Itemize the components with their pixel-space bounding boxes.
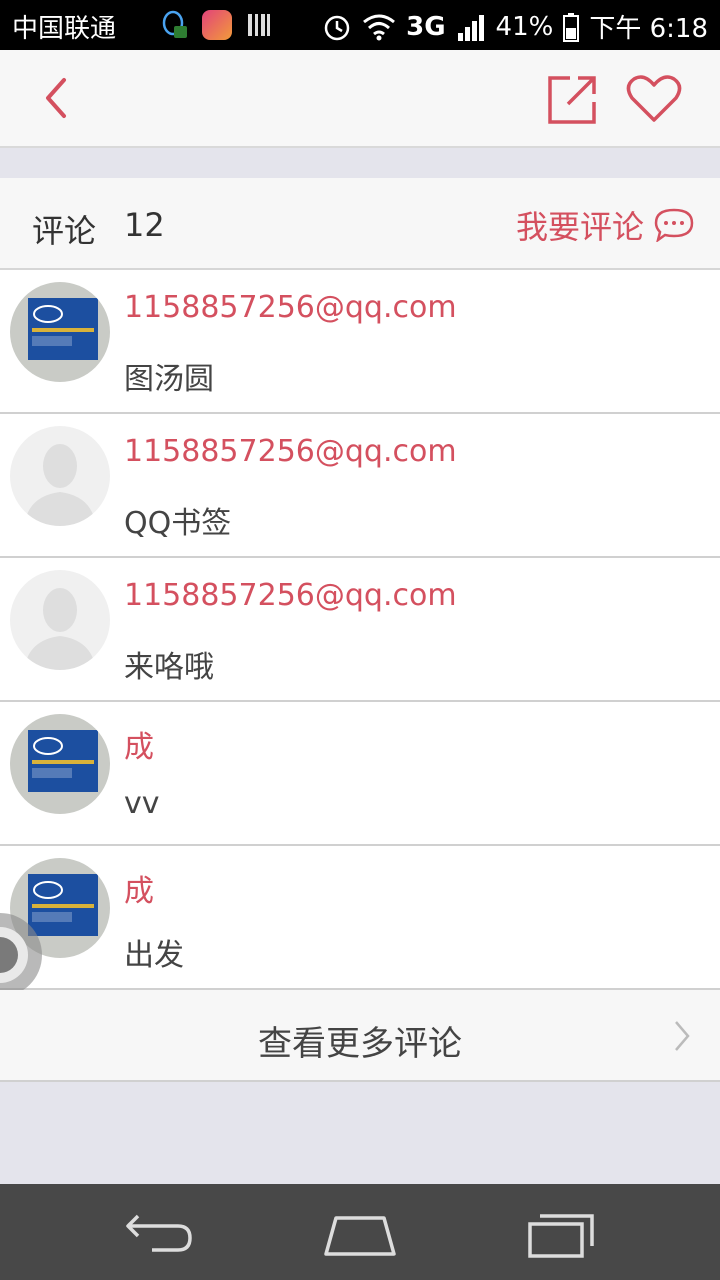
- battery-icon: [563, 12, 580, 42]
- comment-text: QQ书签: [124, 506, 232, 541]
- comment-author[interactable]: 成: [124, 866, 154, 910]
- comment-text: 图汤圆: [124, 362, 214, 397]
- app-notification-icon: [202, 10, 232, 40]
- system-navigation-bar: [0, 1184, 720, 1280]
- battery-level: 41%: [495, 11, 554, 42]
- share-button[interactable]: [546, 74, 598, 126]
- status-right: 3G 41% 下午 6:18: [322, 8, 708, 45]
- back-button[interactable]: [36, 76, 80, 120]
- favorite-button[interactable]: [626, 74, 682, 124]
- comment-text: 来咯哦: [124, 650, 214, 685]
- write-comment-button[interactable]: 我要评论: [516, 202, 694, 248]
- intel-core-i5-avatar: [10, 714, 110, 814]
- comment-author[interactable]: 1158857256@qq.com: [124, 578, 457, 613]
- comments-header: 评论 12 我要评论: [0, 178, 720, 270]
- comment-item[interactable]: 1158857256@qq.com QQ书签: [0, 414, 720, 558]
- system-home-button[interactable]: [322, 1210, 398, 1260]
- comments-count: 12: [124, 206, 165, 244]
- system-recent-apps-button[interactable]: [526, 1206, 598, 1260]
- status-bar: 中国联通 3G 41% 下午 6:18: [0, 0, 720, 50]
- more-comments-label: 查看更多评论: [258, 1024, 462, 1064]
- comment-author[interactable]: 1158857256@qq.com: [124, 434, 457, 469]
- speech-bubble-icon: [654, 208, 694, 242]
- chevron-right-icon: [675, 1021, 690, 1051]
- signal-icon: [457, 14, 484, 41]
- network-type: 3G: [406, 11, 446, 42]
- comment-text: 出发: [124, 938, 184, 973]
- default-avatar: [10, 570, 110, 670]
- floating-assistant-button[interactable]: [0, 910, 48, 1000]
- notification-icons: [160, 10, 272, 40]
- carrier-label: 中国联通: [12, 14, 117, 44]
- comment-author[interactable]: 1158857256@qq.com: [124, 290, 457, 325]
- comment-item[interactable]: 1158857256@qq.com 来咯哦: [0, 558, 720, 702]
- barcode-icon: [248, 14, 270, 36]
- alarm-icon: [324, 15, 350, 40]
- more-comments-button[interactable]: 查看更多评论: [0, 990, 720, 1082]
- system-back-button[interactable]: [124, 1206, 194, 1260]
- default-avatar: [10, 426, 110, 526]
- comment-item[interactable]: 成 出发: [0, 846, 720, 990]
- comment-list: 1158857256@qq.com 图汤圆 1158857256@qq.com …: [0, 270, 720, 990]
- comment-text: vv: [124, 786, 160, 821]
- top-navigation-bar: [0, 50, 720, 148]
- comment-item[interactable]: 1158857256@qq.com 图汤圆: [0, 270, 720, 414]
- wifi-icon: [363, 14, 396, 40]
- comment-author[interactable]: 成: [124, 722, 154, 766]
- qq-notification-icon: [162, 10, 187, 38]
- comments-title: 评论: [32, 212, 97, 250]
- comment-item[interactable]: 成 vv: [0, 702, 720, 846]
- write-comment-label: 我要评论: [515, 208, 644, 246]
- intel-core-i5-avatar: [10, 282, 110, 382]
- clock: 下午 6:18: [589, 14, 708, 44]
